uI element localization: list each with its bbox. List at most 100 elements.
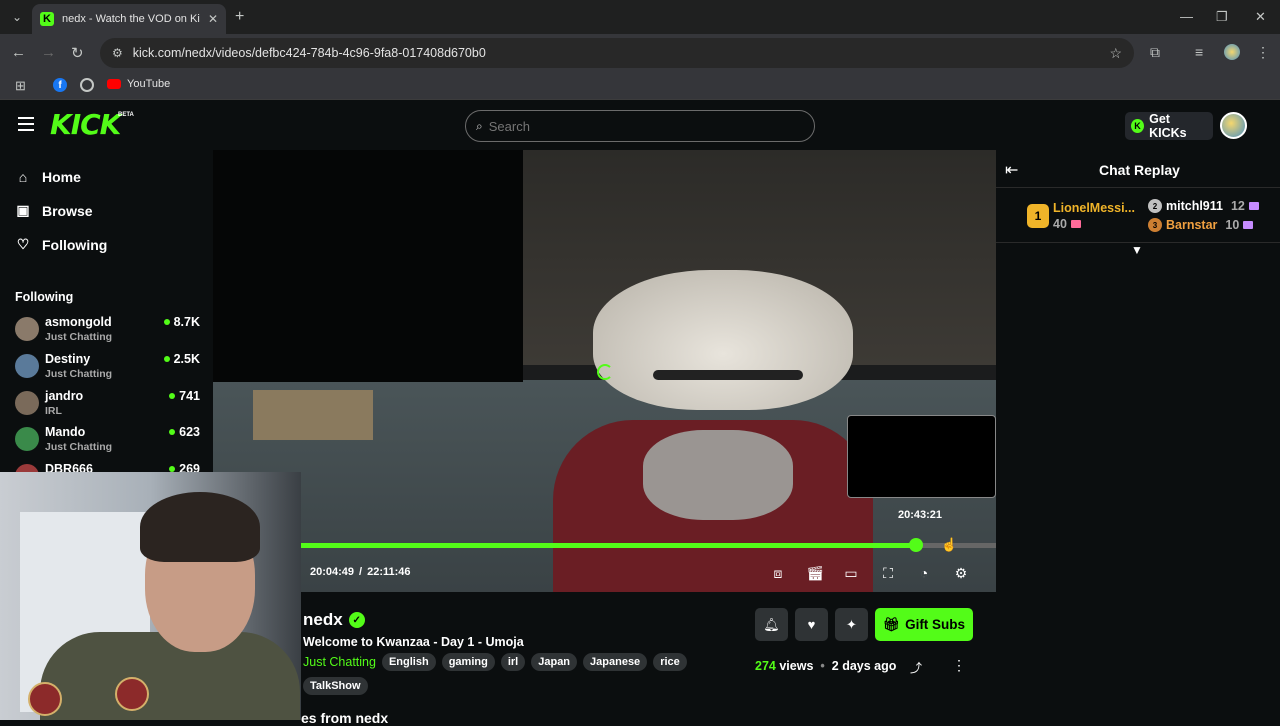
sparkle-button[interactable]: ✦ [835, 608, 868, 641]
home-icon: ⌂ [18, 169, 28, 185]
viewer-count: 741 [169, 389, 200, 403]
settings-gear-icon[interactable]: ⚙ [952, 564, 970, 582]
channel-name: jandro [45, 389, 84, 403]
profile-avatar-icon[interactable] [1224, 44, 1240, 60]
address-bar[interactable]: ⚙ kick.com/nedx/videos/defbc424-784b-4c9… [100, 38, 1134, 68]
gift-icon [1243, 221, 1254, 229]
gift-subs-button[interactable]: 🎁︎ Gift Subs [875, 608, 973, 641]
gift-subs-label: Gift Subs [905, 617, 966, 632]
search-input[interactable] [488, 118, 789, 134]
category-link[interactable]: Just Chatting [303, 655, 376, 669]
viewer-count-value: 8.7K [173, 315, 200, 329]
rank-2-badge-icon: 2 [1148, 199, 1162, 213]
fullscreen-icon[interactable]: ⛶ [879, 564, 897, 582]
reload-icon[interactable]: ↻ [71, 44, 84, 62]
following-channel-mando[interactable]: Mando Just Chatting 623 [15, 425, 200, 459]
bookmark-star-icon[interactable]: ☆ [1109, 45, 1122, 62]
more-options-icon[interactable]: ⋮ [952, 657, 966, 674]
tag-english[interactable]: English [381, 653, 436, 671]
collapse-chat-icon[interactable]: ⇤ [1005, 160, 1018, 180]
window-close-icon[interactable]: ✕ [1255, 9, 1266, 25]
gifter-name: mitchl911 [1166, 199, 1223, 213]
bookmark-youtube[interactable]: YouTube [107, 78, 170, 90]
mouse-cursor-icon: ☝ [941, 537, 958, 552]
tag-irl[interactable]: irl [500, 653, 526, 671]
expand-gifters-icon[interactable]: ▼ [1131, 243, 1143, 257]
sidebar-item-following[interactable]: ♡ Following [16, 236, 108, 253]
minimize-icon[interactable]: — [1180, 9, 1193, 24]
user-avatar[interactable] [1220, 112, 1247, 139]
streamer-name[interactable]: nedx [303, 610, 343, 630]
top-gifter-3[interactable]: 3 Barnstar 10 [1148, 218, 1254, 232]
seek-bar-played [301, 543, 917, 548]
following-channel-asmongold[interactable]: asmongold Just Chatting 8.7K [15, 315, 200, 349]
channel-name: asmongold [45, 315, 112, 329]
playback-speed-icon[interactable]: ◔ [915, 564, 933, 582]
bell-icon: 🔔︎ [763, 616, 780, 632]
seek-bar-thumb[interactable] [909, 538, 924, 552]
media-controls-icon[interactable]: ≡ [1195, 44, 1203, 60]
streamer-name-row: nedx ✓ [303, 610, 365, 630]
tab-search-chevron-icon[interactable]: ⌄ [6, 6, 28, 28]
browse-icon: ▣ [16, 202, 30, 218]
following-channel-jandro[interactable]: jandro IRL 741 [15, 389, 200, 423]
video-frame-hat [593, 270, 853, 410]
theater-mode-icon[interactable]: ▭ [842, 564, 860, 582]
tag-gaming[interactable]: gaming [441, 653, 495, 671]
sidebar-item-browse[interactable]: ▣ Browse [16, 202, 92, 219]
webcam-person-hair [140, 492, 260, 562]
extensions-icon[interactable]: ⧉ [1150, 44, 1160, 61]
loading-spinner-icon [597, 364, 613, 380]
bookmark-globe[interactable] [80, 78, 94, 92]
top-gifter-1[interactable]: 1 LionelMessi... 40 [1027, 201, 1135, 231]
sidebar-item-label: Following [42, 236, 108, 253]
notification-bell-button[interactable]: 🔔︎ [755, 608, 788, 641]
search-icon: ⌕ [476, 118, 483, 133]
tag-japanese[interactable]: Japanese [583, 653, 648, 671]
views-count: 274 [755, 659, 776, 673]
hamburger-menu-icon[interactable] [18, 117, 34, 131]
seek-preview-thumbnail [847, 415, 996, 498]
viewer-count: 623 [169, 425, 200, 439]
clip-icon[interactable]: 🎬︎ [806, 564, 824, 582]
search-box[interactable]: ⌕ [465, 110, 815, 142]
avatar [15, 427, 39, 451]
follow-heart-button[interactable]: ♥ [795, 608, 828, 641]
sidebar-item-home[interactable]: ⌂ Home [16, 169, 81, 185]
browser-tab[interactable]: K nedx - Watch the VOD on Kick ✕ [32, 4, 226, 34]
back-icon[interactable]: ← [11, 44, 26, 61]
bookmark-facebook[interactable]: f [53, 78, 67, 92]
globe-icon [80, 78, 94, 92]
top-gifter-2[interactable]: 2 mitchl911 12 [1148, 199, 1259, 213]
new-tab-icon[interactable]: + [235, 8, 244, 26]
seek-bar[interactable] [301, 538, 996, 552]
address-url: kick.com/nedx/videos/defbc424-784b-4c96-… [132, 46, 486, 60]
video-frame-box [253, 390, 373, 440]
video-player[interactable] [213, 150, 996, 592]
site-info-icon[interactable]: ⚙ [112, 46, 123, 60]
tag-rice[interactable]: rice [653, 653, 687, 671]
share-icon[interactable]: ⤴ [910, 659, 922, 676]
viewer-count-value: 2.5K [173, 352, 200, 366]
posted-time: 2 days ago [831, 659, 897, 673]
apps-grid-icon[interactable]: ⊞ [15, 78, 26, 94]
browser-tabbar: ⌄ K nedx - Watch the VOD on Kick ✕ + — ❐… [0, 0, 1280, 34]
heart-filled-icon: ♥ [807, 617, 816, 632]
video-frame-dark-panel [213, 150, 523, 382]
following-channel-destiny[interactable]: Destiny Just Chatting 2.5K [15, 352, 200, 386]
gifter-count: 10 [1225, 218, 1240, 232]
mini-player-icon[interactable]: ⧈ [769, 564, 787, 582]
tag-talkshow[interactable]: TalkShow [303, 677, 368, 695]
tag-japan[interactable]: Japan [531, 653, 578, 671]
get-kicks-button[interactable]: K Get KICKs [1125, 112, 1213, 140]
tab-close-icon[interactable]: ✕ [208, 12, 218, 26]
forward-icon[interactable]: → [41, 44, 56, 61]
webcam-patch-right [115, 677, 149, 711]
restore-icon[interactable]: ❐ [1216, 9, 1228, 25]
channel-category: IRL [45, 405, 62, 417]
time-separator: / [359, 566, 363, 578]
following-heading: Following [15, 290, 74, 304]
webcam-patch-left [28, 682, 62, 716]
browser-menu-icon[interactable]: ⋮ [1256, 44, 1270, 61]
kick-logo[interactable]: KICK [50, 108, 121, 141]
